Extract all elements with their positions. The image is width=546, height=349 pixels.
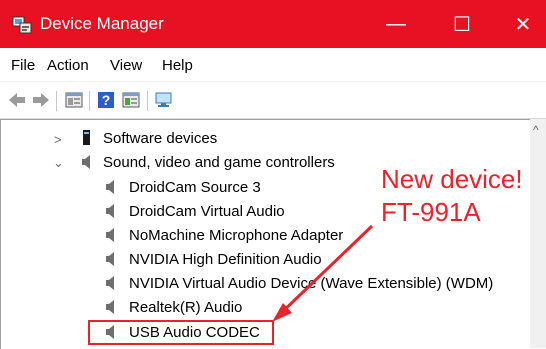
speaker-icon: [106, 228, 114, 242]
back-icon[interactable]: [7, 90, 27, 110]
toolbar-separator: [147, 91, 148, 111]
properties-icon[interactable]: [64, 90, 84, 110]
expand-chevron-icon[interactable]: >: [54, 132, 62, 147]
forward-icon[interactable]: [31, 90, 51, 110]
maximize-button[interactable]: ☐: [439, 0, 485, 48]
close-icon: ✕: [514, 13, 532, 36]
menu-help[interactable]: Help: [162, 57, 193, 74]
menu-file[interactable]: File: [11, 57, 35, 74]
toolbar-separator: [89, 91, 90, 111]
toolbar: ?: [0, 82, 546, 119]
speaker-icon: [106, 276, 114, 290]
software-device-icon: [83, 130, 90, 145]
device-label: NVIDIA High Definition Audio: [129, 251, 322, 268]
scan-hardware-icon[interactable]: [154, 90, 174, 110]
collapse-chevron-icon[interactable]: ⌄: [53, 155, 64, 171]
help-icon[interactable]: ?: [96, 90, 116, 110]
title-bar: Device Manager — ☐ ✕: [0, 0, 546, 48]
device-label: Realtek(R) Audio: [129, 299, 243, 316]
highlight-box: [88, 320, 274, 345]
speaker-icon: [82, 155, 90, 169]
window-title: Device Manager: [40, 14, 164, 33]
vertical-scrollbar[interactable]: ^: [530, 119, 546, 348]
speaker-icon: [106, 204, 114, 218]
close-button[interactable]: ✕: [500, 0, 546, 48]
minimize-button[interactable]: —: [373, 0, 419, 48]
tree-item-label: Software devices: [103, 130, 218, 147]
device-manager-icon: [12, 16, 32, 34]
tree-item-label: Sound, video and game controllers: [103, 154, 335, 171]
minimize-icon: —: [386, 12, 406, 35]
speaker-icon: [106, 180, 114, 194]
speaker-icon: [106, 252, 114, 266]
annotation-new-device: New device!: [381, 164, 523, 194]
menu-bar: File Action View Help: [0, 48, 546, 82]
maximize-icon: ☐: [453, 13, 471, 36]
speaker-icon: [106, 300, 114, 314]
device-label: NoMachine Microphone Adapter: [129, 227, 344, 244]
device-label: DroidCam Source 3: [129, 179, 261, 196]
annotation-device-model: FT-991A: [381, 197, 481, 227]
menu-view[interactable]: View: [110, 57, 142, 74]
toolbar-separator: [56, 91, 57, 111]
device-tree: > Software devices ⌄ Sound, video and ga…: [0, 119, 531, 349]
device-label: NVIDIA Virtual Audio Device (Wave Extens…: [129, 275, 494, 292]
scroll-up-arrow-icon[interactable]: ^: [533, 123, 539, 137]
device-label: DroidCam Virtual Audio: [129, 203, 285, 220]
update-driver-icon[interactable]: [121, 90, 141, 110]
svg-text:?: ?: [102, 92, 111, 108]
menu-action[interactable]: Action: [47, 57, 89, 74]
